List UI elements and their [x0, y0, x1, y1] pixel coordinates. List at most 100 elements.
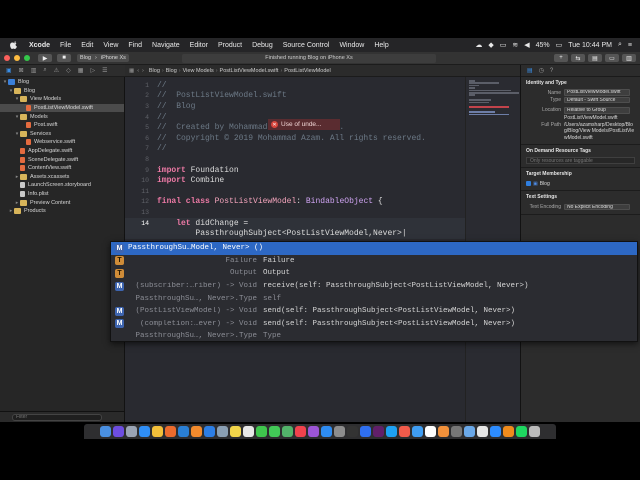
preferences-dock-icon[interactable] [334, 426, 345, 437]
completion-item[interactable]: M (subscriber:…riber) -> Void receive(self… [111, 280, 637, 293]
forward-icon[interactable]: › [142, 68, 144, 74]
navigator-item[interactable]: LaunchScreen.storyboard [0, 181, 124, 190]
code-line[interactable]: 3 // Blog [125, 101, 465, 112]
scheme-selector[interactable]: Blog › iPhone Xs [77, 54, 129, 62]
menu-debug[interactable]: Debug [247, 42, 278, 49]
navigator-item[interactable]: ▾ Blog [0, 87, 124, 96]
menu-editor[interactable]: Editor [185, 42, 213, 49]
code-line[interactable]: 2 // PostListViewModel.swift [125, 91, 465, 102]
xcode-dock-icon[interactable] [204, 426, 215, 437]
calculator-dock-icon[interactable] [451, 426, 462, 437]
toggle-inspector-button[interactable]: ▥ [622, 54, 636, 62]
chrome-dock-icon[interactable] [152, 426, 163, 437]
jump-crumb[interactable]: PostListViewModel [284, 68, 330, 74]
test-icon[interactable]: ◇ [66, 67, 71, 74]
firefox-dock-icon[interactable] [165, 426, 176, 437]
name-field[interactable]: PostListViewModel.swift [564, 89, 630, 96]
completion-item[interactable]: M (completion:…ever) -> Void send(self: Pa… [111, 318, 637, 331]
menu-product[interactable]: Product [213, 42, 247, 49]
simulator-dock-icon[interactable] [217, 426, 228, 437]
jump-crumb[interactable]: Blog [149, 68, 160, 74]
target-checkbox[interactable] [526, 181, 531, 187]
issue-icon[interactable]: ⚠ [54, 67, 59, 74]
grid-icon[interactable]: ▦ [129, 68, 134, 74]
menu-navigate[interactable]: Navigate [147, 42, 185, 49]
messages-dock-icon[interactable] [256, 426, 267, 437]
code-line[interactable]: 10 import Combine [125, 175, 465, 186]
type-select[interactable]: Default - Swift Source [564, 96, 630, 104]
code-line[interactable]: 8 [125, 154, 465, 165]
breakpoint-icon[interactable]: ▷ [90, 67, 95, 74]
textedit-dock-icon[interactable] [477, 426, 488, 437]
trash-dock-icon[interactable] [529, 426, 540, 437]
minimize-window-button[interactable] [14, 55, 20, 61]
navigator-item[interactable]: ▸ Assets.xcassets [0, 173, 124, 182]
code-line[interactable]: 9 import Foundation [125, 165, 465, 176]
code-line[interactable]: PassthroughSubject<PostListViewModel,Nev… [125, 228, 465, 239]
cloud-icon[interactable]: ☁ [475, 41, 482, 49]
zoom-window-button[interactable] [24, 55, 30, 61]
tags-field[interactable]: Only resources are taggable [526, 157, 635, 165]
control-center-icon[interactable]: ≡ [628, 42, 632, 49]
skype-dock-icon[interactable] [386, 426, 397, 437]
reminders-dock-icon[interactable] [425, 426, 436, 437]
jump-crumb[interactable]: View Models [183, 68, 214, 74]
photos-dock-icon[interactable] [243, 426, 254, 437]
error-annotation[interactable]: ✕ Use of unde... [268, 119, 340, 130]
navigator-item[interactable]: Info.plist [0, 190, 124, 199]
navigator-item[interactable]: ▾ Blog [0, 78, 124, 87]
volume-icon[interactable]: ◀ [524, 41, 529, 49]
terminal-dock-icon[interactable] [347, 426, 358, 437]
navigator-item[interactable]: ▾ View Models [0, 95, 124, 104]
menu-view[interactable]: View [98, 42, 123, 49]
stop-button[interactable]: ■ [57, 54, 71, 62]
code-line[interactable]: 14 let didChange = [125, 217, 465, 229]
back-icon[interactable]: ‹ [137, 68, 139, 74]
navigator-item[interactable]: Post.swift [0, 121, 124, 130]
navigator-item[interactable]: ▾ Models [0, 112, 124, 121]
zoom-dock-icon[interactable] [490, 426, 501, 437]
close-window-button[interactable] [4, 55, 10, 61]
menu-window[interactable]: Window [334, 42, 369, 49]
siri-dock-icon[interactable] [113, 426, 124, 437]
code-line[interactable]: 13 [125, 207, 465, 218]
menu-find[interactable]: Find [123, 42, 147, 49]
notes-dock-icon[interactable] [230, 426, 241, 437]
airplay-icon[interactable]: ▭ [500, 41, 507, 49]
safari-dock-icon[interactable] [139, 426, 150, 437]
vscode-dock-icon[interactable] [178, 426, 189, 437]
toggle-navigator-button[interactable]: ▤ [588, 54, 602, 62]
navigator-item[interactable]: AppDelegate.swift [0, 147, 124, 156]
completion-item[interactable]: M (PostListViewModel) -> Void send(self: P… [111, 305, 637, 318]
menu-edit[interactable]: Edit [76, 42, 98, 49]
navigator-item[interactable]: ▸ Products [0, 207, 124, 216]
slack-dock-icon[interactable] [373, 426, 384, 437]
source-control-icon[interactable]: ⊠ [19, 67, 24, 74]
completion-item[interactable]: T Output Output [111, 267, 637, 280]
symbol-icon[interactable]: ▥ [31, 67, 37, 74]
code-line[interactable]: 11 [125, 186, 465, 197]
completion-item[interactable]: PassthroughSu…, Never>.Type Type [111, 330, 637, 343]
books-dock-icon[interactable] [438, 426, 449, 437]
launchpad-dock-icon[interactable] [126, 426, 137, 437]
folder-icon[interactable]: ▣ [6, 67, 12, 74]
completion-item[interactable]: M PassthroughSu…Model, Never> () [111, 242, 637, 255]
jump-crumb[interactable]: Blog [166, 68, 177, 74]
library-button[interactable]: + [554, 54, 568, 62]
navigator-item[interactable]: PostListViewModel.swift [0, 103, 124, 113]
code-line[interactable]: 12 final class PostListViewModel: Bindabl… [125, 197, 465, 208]
menu-source-control[interactable]: Source Control [278, 42, 335, 49]
wifi-icon[interactable]: ≋ [512, 41, 518, 49]
appstore-dock-icon[interactable] [321, 426, 332, 437]
battery-percent[interactable]: 45% [536, 42, 550, 49]
facetime-dock-icon[interactable] [269, 426, 280, 437]
keynote-dock-icon[interactable] [360, 426, 371, 437]
finder-dock-icon[interactable] [100, 426, 111, 437]
navigator-item[interactable]: ▸ Preview Content [0, 198, 124, 207]
navigator-item[interactable]: Webservice.swift [0, 138, 124, 147]
completion-item[interactable]: PassthroughSu…, Never>.Type self [111, 292, 637, 305]
navigator-item[interactable]: ContentView.swift [0, 164, 124, 173]
code-line[interactable]: 7 // [125, 144, 465, 155]
podcasts-dock-icon[interactable] [308, 426, 319, 437]
menu-help[interactable]: Help [369, 42, 393, 49]
